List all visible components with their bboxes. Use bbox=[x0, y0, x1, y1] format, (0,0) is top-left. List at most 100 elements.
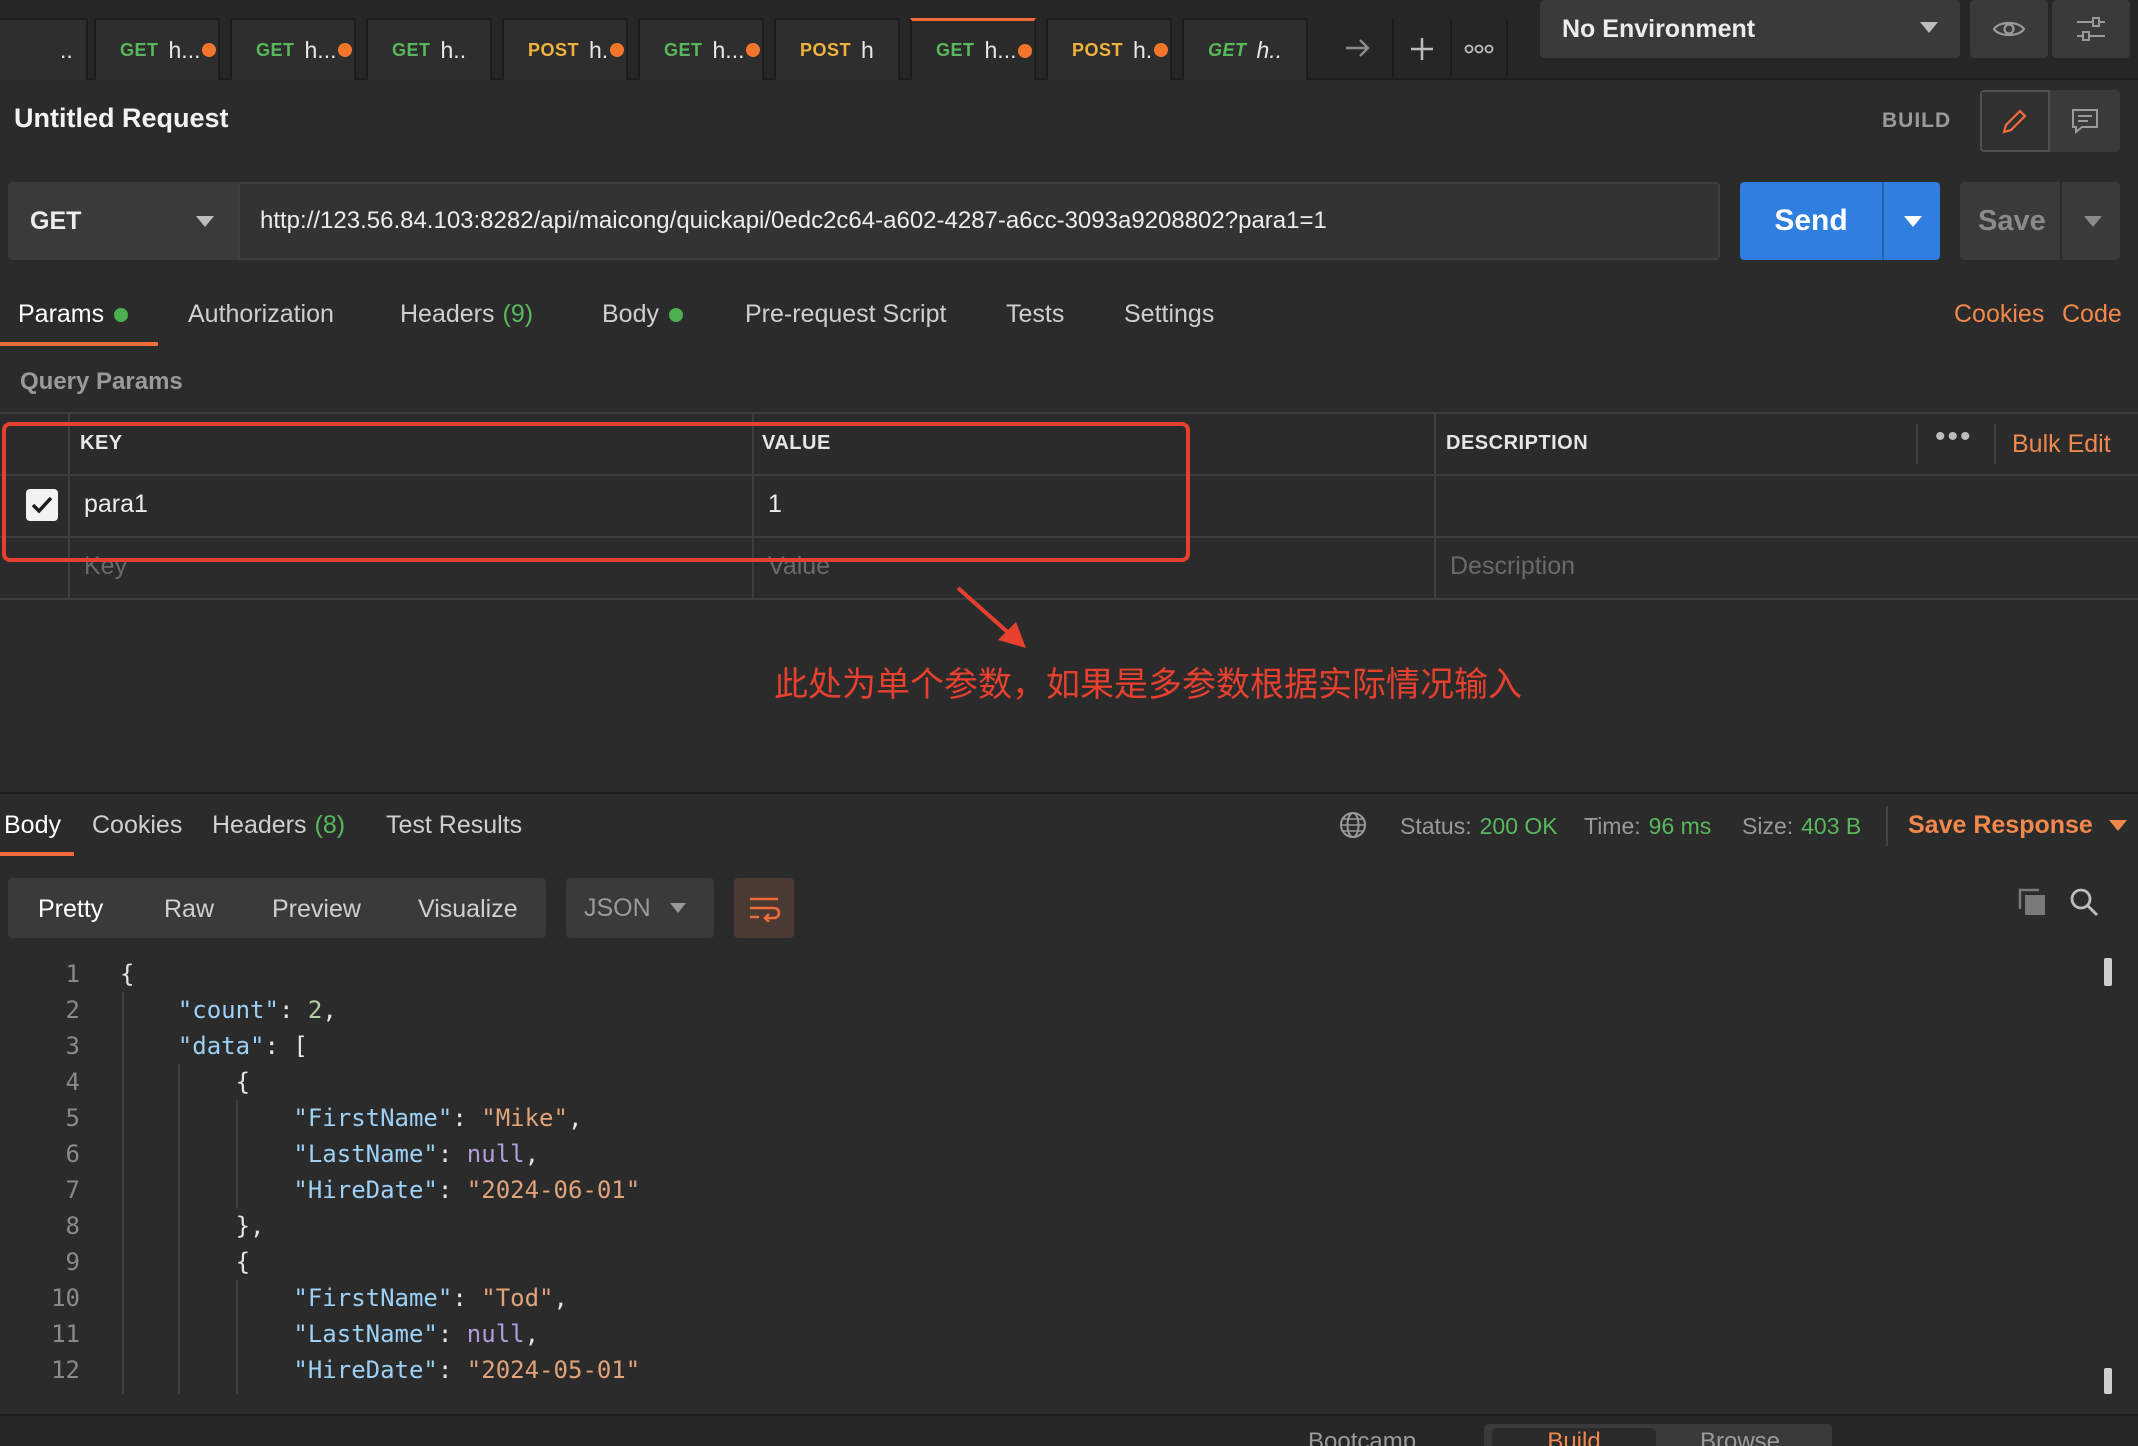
view-visualize[interactable]: Visualize bbox=[418, 895, 518, 924]
send-button[interactable]: Send bbox=[1740, 182, 1882, 260]
globe-icon[interactable] bbox=[1338, 810, 1368, 845]
line-number: 4 bbox=[44, 1068, 80, 1096]
wrap-lines-icon bbox=[747, 894, 781, 922]
wrap-lines-button[interactable] bbox=[734, 878, 794, 938]
save-options-button[interactable] bbox=[2060, 182, 2120, 260]
tab-url: h... bbox=[985, 37, 1017, 64]
request-tab[interactable]: GET h... bbox=[94, 18, 220, 80]
manage-environments-button[interactable] bbox=[2052, 0, 2130, 58]
cookies-link[interactable]: Cookies bbox=[1954, 300, 2044, 329]
send-label: Send bbox=[1774, 204, 1847, 238]
url-input[interactable]: http://123.56.84.103:8282/api/maicong/qu… bbox=[238, 182, 1720, 260]
time-label: Time: bbox=[1584, 813, 1641, 839]
tab-headers[interactable]: Headers (9) bbox=[400, 300, 533, 329]
bootcamp-link[interactable]: Bootcamp bbox=[1254, 1428, 1416, 1446]
scrollbar-thumb[interactable] bbox=[2104, 958, 2112, 986]
tab-label: Headers bbox=[212, 811, 307, 840]
tab-prerequest-script[interactable]: Pre-request Script bbox=[745, 300, 946, 329]
table-options-button[interactable]: ••• bbox=[1935, 420, 1973, 454]
request-tab[interactable]: GET h.. bbox=[1182, 18, 1308, 80]
request-tab[interactable]: GET h.. bbox=[366, 18, 492, 80]
unsaved-dot-icon bbox=[1154, 43, 1168, 57]
save-response-button[interactable]: Save Response bbox=[1908, 811, 2127, 840]
format-label: JSON bbox=[584, 894, 651, 923]
bulk-edit-link[interactable]: Bulk Edit bbox=[2012, 430, 2111, 459]
tab-label: Headers bbox=[400, 300, 495, 329]
view-pretty[interactable]: Pretty bbox=[38, 895, 103, 924]
search-icon[interactable] bbox=[2068, 886, 2100, 923]
chevron-down-icon bbox=[670, 903, 686, 913]
code-line: }, bbox=[120, 1212, 265, 1240]
view-preview[interactable]: Preview bbox=[272, 895, 361, 924]
build-toggle-button[interactable]: Build bbox=[1492, 1428, 1656, 1446]
tab-options-button[interactable] bbox=[1450, 18, 1508, 80]
view-raw[interactable]: Raw bbox=[164, 895, 214, 924]
active-tab-indicator bbox=[0, 852, 74, 856]
request-tab[interactable]: GET h... bbox=[638, 18, 764, 80]
table-divider bbox=[0, 598, 2138, 600]
unsaved-dot-icon bbox=[338, 43, 352, 57]
environment-quick-look-button[interactable] bbox=[1970, 0, 2048, 58]
tab-url: h. bbox=[1133, 37, 1152, 64]
tab-method: GET bbox=[392, 40, 431, 61]
format-select[interactable]: JSON bbox=[566, 878, 714, 938]
forward-arrow-icon[interactable] bbox=[1344, 38, 1370, 58]
comments-button[interactable] bbox=[2050, 90, 2120, 152]
tab-method: GET bbox=[256, 40, 295, 61]
tab-label: Authorization bbox=[188, 300, 334, 329]
comment-icon bbox=[2070, 107, 2100, 135]
time-value: 96 ms bbox=[1649, 813, 1712, 839]
tab-method: POST bbox=[800, 40, 851, 61]
tab-tests[interactable]: Tests bbox=[1006, 300, 1064, 329]
response-tab-test-results[interactable]: Test Results bbox=[386, 811, 522, 840]
column-header-description: DESCRIPTION bbox=[1446, 432, 1588, 455]
new-param-description-input[interactable]: Description bbox=[1450, 552, 1575, 581]
response-tab-cookies[interactable]: Cookies bbox=[92, 811, 182, 840]
build-mode-button[interactable] bbox=[1980, 90, 2050, 152]
tab-authorization[interactable]: Authorization bbox=[188, 300, 334, 329]
request-tab-active[interactable]: GET h... bbox=[910, 18, 1036, 80]
http-method-select[interactable]: GET bbox=[8, 182, 238, 260]
tab-params[interactable]: Params bbox=[18, 300, 128, 329]
send-options-button[interactable] bbox=[1882, 182, 1940, 260]
size-value: 403 B bbox=[1801, 813, 1861, 839]
copy-icon[interactable] bbox=[2016, 886, 2048, 923]
line-number: 9 bbox=[44, 1248, 80, 1276]
unsaved-dot-icon bbox=[610, 43, 624, 57]
request-tab[interactable]: POST h. bbox=[1046, 18, 1172, 80]
code-line: "FirstName": "Mike", bbox=[120, 1104, 582, 1132]
environment-select[interactable]: No Environment bbox=[1540, 0, 1960, 58]
divider bbox=[1886, 806, 1888, 846]
column-divider bbox=[1434, 412, 1436, 598]
request-tab[interactable]: POST h bbox=[774, 18, 900, 80]
tab-body[interactable]: Body bbox=[602, 300, 683, 329]
line-number: 3 bbox=[44, 1032, 80, 1060]
query-params-label: Query Params bbox=[20, 368, 183, 396]
headers-count: (8) bbox=[315, 811, 346, 840]
tab-url: h bbox=[861, 37, 874, 64]
tab-url: .. bbox=[60, 37, 73, 64]
save-button[interactable]: Save bbox=[1960, 182, 2060, 260]
browse-toggle-button[interactable]: Browse bbox=[1700, 1428, 1780, 1446]
new-tab-button[interactable] bbox=[1392, 18, 1450, 80]
code-link[interactable]: Code bbox=[2062, 300, 2122, 329]
request-tab[interactable]: POST h. bbox=[502, 18, 628, 80]
response-tab-headers[interactable]: Headers (8) bbox=[212, 811, 345, 840]
line-number: 1 bbox=[44, 960, 80, 988]
bootcamp-label: Bootcamp bbox=[1308, 1428, 1416, 1446]
column-divider bbox=[1994, 424, 1996, 464]
request-title[interactable]: Untitled Request bbox=[14, 103, 229, 134]
chevron-down-icon bbox=[1904, 216, 1922, 227]
response-status: Status:200 OK bbox=[1400, 813, 1558, 840]
pane-divider[interactable] bbox=[0, 792, 2138, 794]
response-tab-body[interactable]: Body bbox=[4, 811, 61, 840]
status-value: 200 OK bbox=[1480, 813, 1558, 839]
request-tab[interactable]: .. bbox=[0, 18, 88, 80]
request-tab[interactable]: GET h... bbox=[230, 18, 356, 80]
tab-settings[interactable]: Settings bbox=[1124, 300, 1214, 329]
table-divider bbox=[0, 412, 2138, 414]
chevron-down-icon bbox=[196, 216, 214, 227]
tab-url: h.. bbox=[441, 37, 467, 64]
code-line: "HireDate": "2024-05-01" bbox=[120, 1356, 640, 1384]
scrollbar-thumb[interactable] bbox=[2104, 1368, 2112, 1394]
